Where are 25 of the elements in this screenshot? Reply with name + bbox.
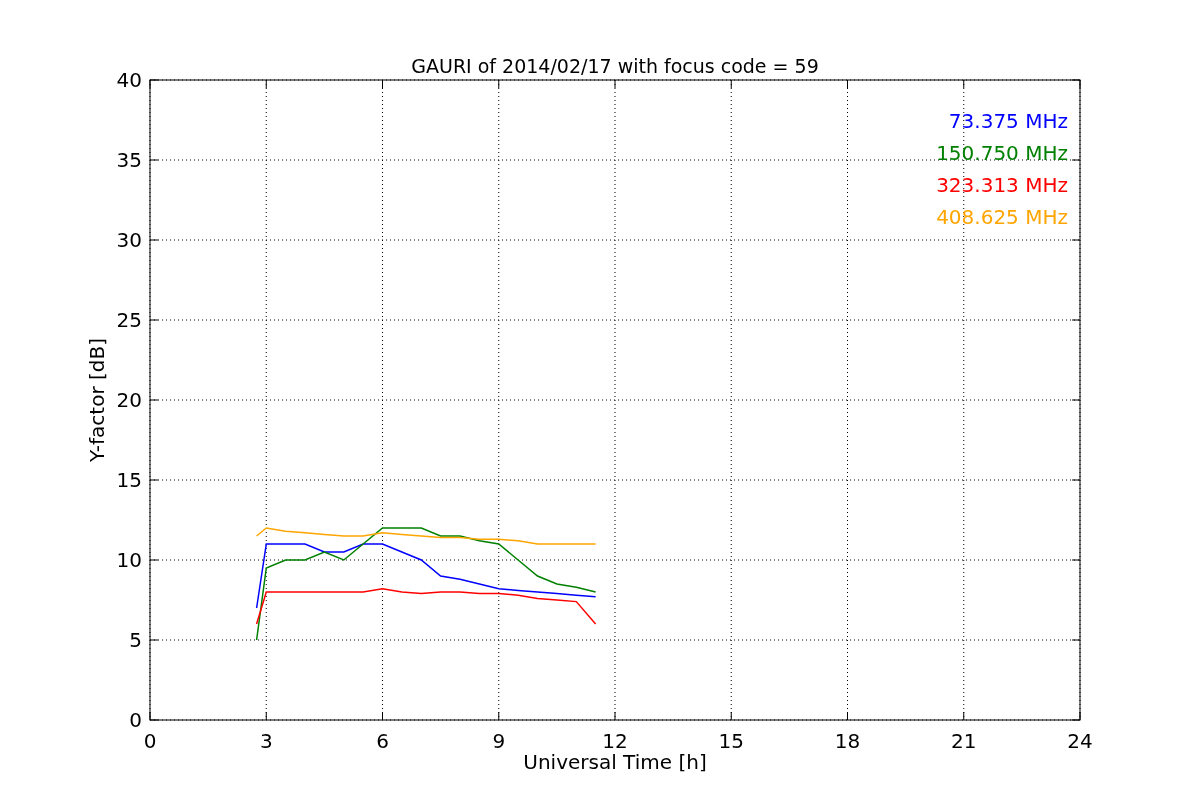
x-axis-label: Universal Time [h] [523,750,707,774]
tick-label: 15 [116,468,142,492]
tick-label: 40 [116,68,142,92]
tick-label: 6 [376,729,389,753]
legend-label: 323.313 MHz [936,173,1068,197]
tick-label: 5 [129,628,142,652]
tick-label: 30 [116,228,142,252]
tick-label: 12 [602,729,628,753]
tick-label: 20 [116,388,142,412]
tick-label: 18 [834,729,861,753]
tick-label: 0 [143,729,157,753]
legend-label: 150.750 MHz [936,141,1068,165]
tick-label: 10 [116,548,142,572]
y-axis-label: Y-factor [dB] [85,338,109,462]
tick-label: 24 [1067,729,1093,753]
chart-title: GAURI of 2014/02/17 with focus code = 59 [411,55,819,77]
tick-label: 3 [259,729,273,753]
legend-label: 73.375 MHz [948,109,1068,133]
tick-label: 21 [951,729,977,753]
tick-label: 35 [116,148,142,172]
tick-label: 15 [718,729,744,753]
tick-label: 25 [116,308,142,332]
tick-label: 0 [129,708,142,732]
tick-label: 9 [492,729,506,753]
legend-label: 408.625 MHz [936,205,1068,229]
